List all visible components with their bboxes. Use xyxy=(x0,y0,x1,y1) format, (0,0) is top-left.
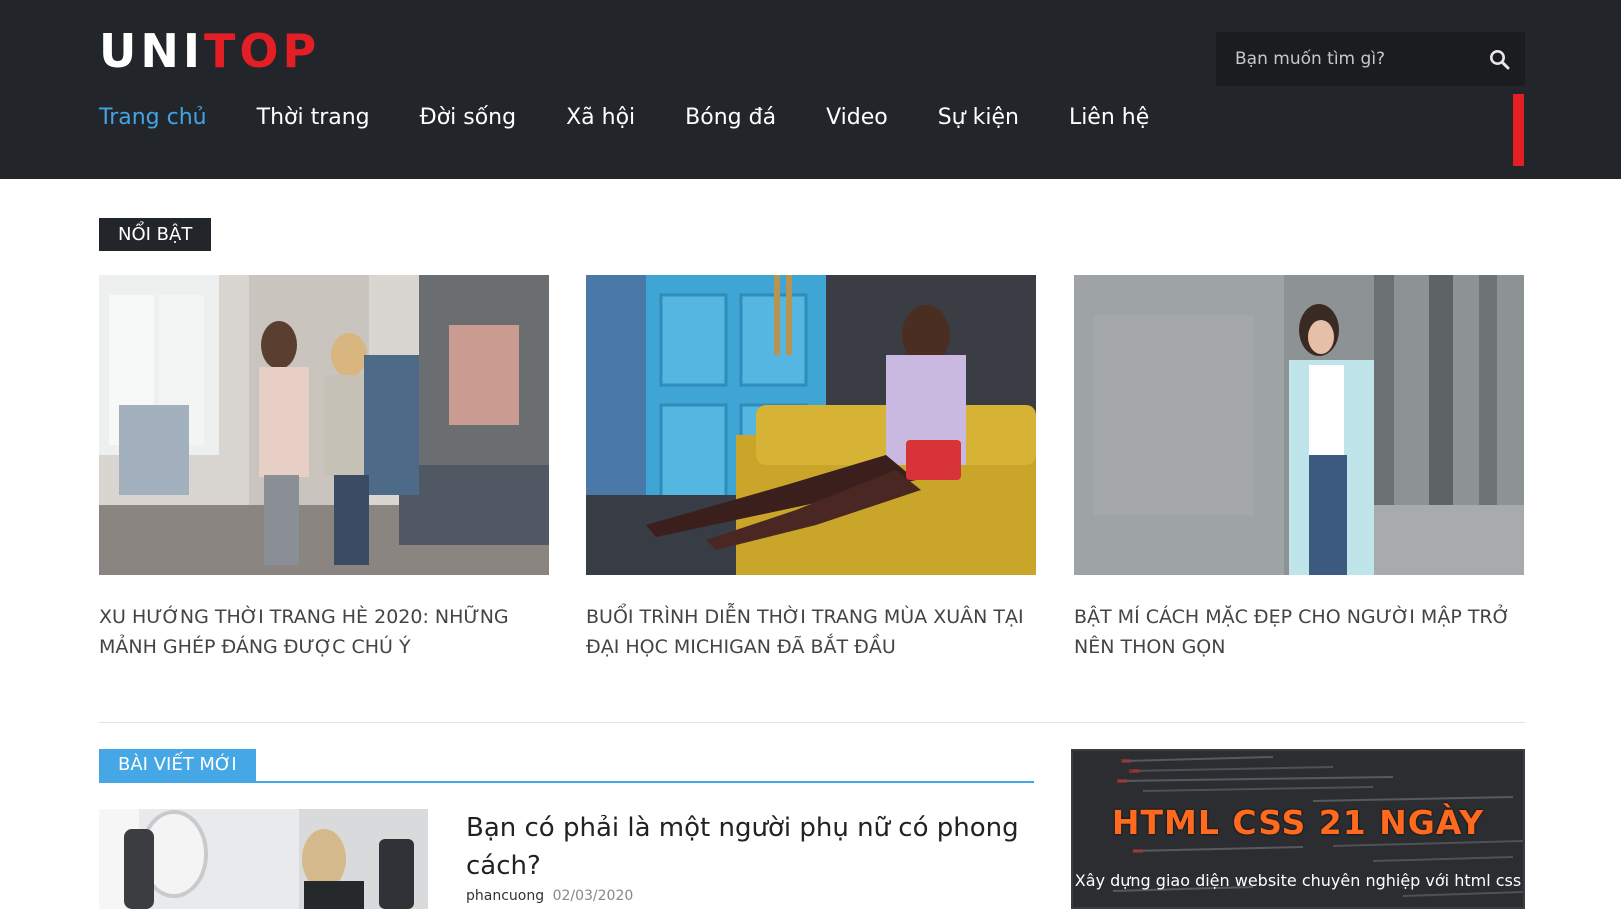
featured-card-image[interactable] xyxy=(586,275,1036,575)
nav-item-society[interactable]: Xã hội xyxy=(566,101,635,135)
site-logo[interactable]: UNITOP xyxy=(99,27,320,75)
post-date: 02/03/2020 xyxy=(552,888,634,904)
nav-item-events[interactable]: Sự kiện xyxy=(938,101,1019,135)
nav-item-life[interactable]: Đời sống xyxy=(420,101,516,135)
latest-section-label: BÀI VIẾT MỚI xyxy=(99,749,256,781)
post-thumbnail[interactable] xyxy=(99,809,428,909)
featured-card[interactable]: XU HƯỚNG THỜI TRANG HÈ 2020: NHỮNG MẢNH … xyxy=(99,275,549,662)
featured-card-image[interactable] xyxy=(1074,275,1524,575)
post-meta: phancuong 02/03/2020 xyxy=(466,888,633,904)
logo-text-top: TOP xyxy=(203,24,321,78)
course-ad-banner[interactable]: HTML CSS 21 NGÀY Xây dựng giao diện webs… xyxy=(1071,749,1525,909)
featured-card-image[interactable] xyxy=(99,275,549,575)
nav-item-video[interactable]: Video xyxy=(826,101,888,135)
search-box xyxy=(1216,32,1525,86)
featured-card-title[interactable]: BẬT MÍ CÁCH MẶC ĐẸP CHO NGƯỜI MẬP TRỞ NÊ… xyxy=(1074,602,1524,662)
search-button[interactable] xyxy=(1473,32,1525,86)
featured-card[interactable]: BUỔI TRÌNH DIỄN THỜI TRANG MÙA XUÂN TẠI … xyxy=(586,275,1036,662)
site-header: UNITOP Trang chủ Thời trang Đời sống Xã … xyxy=(0,0,1621,179)
main-nav: Trang chủ Thời trang Đời sống Xã hội Bón… xyxy=(99,101,1199,135)
latest-section-underline xyxy=(99,781,1034,783)
nav-item-football[interactable]: Bóng đá xyxy=(685,101,776,135)
featured-section-label: NỔI BẬT xyxy=(99,218,212,251)
featured-card[interactable]: BẬT MÍ CÁCH MẶC ĐẸP CHO NGƯỜI MẬP TRỞ NÊ… xyxy=(1074,275,1524,662)
search-input[interactable] xyxy=(1216,32,1476,86)
nav-item-home[interactable]: Trang chủ xyxy=(99,101,207,135)
ad-subtitle: Xây dựng giao diện website chuyên nghiệp… xyxy=(1074,871,1522,890)
header-accent-bar xyxy=(1513,94,1524,166)
ad-heading: HTML CSS 21 NGÀY xyxy=(1111,803,1485,842)
search-icon xyxy=(1489,49,1509,69)
post-author[interactable]: phancuong xyxy=(466,888,544,904)
logo-text-uni: UNI xyxy=(99,24,204,78)
section-divider xyxy=(99,722,1525,723)
featured-card-title[interactable]: XU HƯỚNG THỜI TRANG HÈ 2020: NHỮNG MẢNH … xyxy=(99,602,549,662)
post-title[interactable]: Bạn có phải là một người phụ nữ có phong… xyxy=(466,809,1026,885)
nav-item-contact[interactable]: Liên hệ xyxy=(1069,101,1149,135)
featured-card-title[interactable]: BUỔI TRÌNH DIỄN THỜI TRANG MÙA XUÂN TẠI … xyxy=(586,602,1036,662)
nav-item-fashion[interactable]: Thời trang xyxy=(257,101,370,135)
